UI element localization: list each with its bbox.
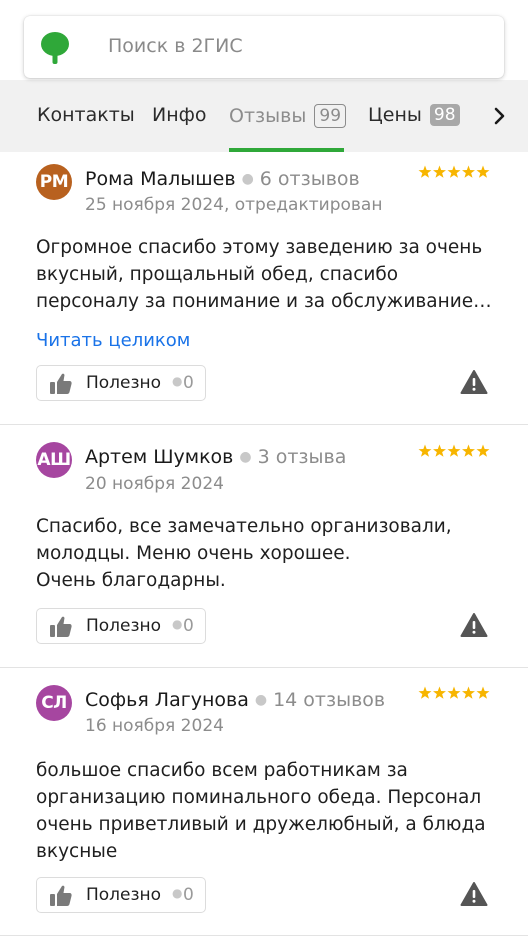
star-icon: [433, 686, 446, 699]
tab-reviews[interactable]: Отзывы 99: [229, 104, 347, 128]
star-icon: [418, 444, 432, 457]
useful-count: 0: [183, 373, 194, 393]
thumbs-up-icon: [50, 616, 72, 637]
rating-stars: [418, 686, 490, 699]
read-more-link[interactable]: Читать целиком: [36, 330, 190, 351]
avatar[interactable]: РМ: [36, 164, 72, 200]
star-icon: [462, 444, 475, 457]
author-name[interactable]: Артем Шумков: [85, 446, 233, 468]
review-text: большое спасибо всем работникам за орган…: [36, 760, 486, 862]
review-card: РМ Рома Малышев ● 6 отзывов 25 ноября 2024…: [0, 152, 528, 425]
tab-label: Контакты: [37, 104, 135, 126]
review-author-line: Рома Малышев ● 6 отзывов: [85, 168, 360, 190]
review-date: 16 ноября 2024: [85, 716, 224, 736]
tab-info[interactable]: Инфо: [152, 104, 207, 126]
useful-label: Полезно: [86, 373, 162, 393]
star-icon: [447, 686, 461, 699]
useful-count: 0: [183, 885, 194, 905]
warning-icon[interactable]: [460, 612, 488, 638]
review-text: Огромное спасибо этому заведению за очен…: [36, 237, 492, 312]
avatar[interactable]: АШ: [36, 442, 72, 478]
author-review-count: 6 отзывов: [259, 168, 360, 190]
tab-label: Инфо: [152, 104, 207, 126]
review-card: АШ Артем Шумков ● 3 отзыва 20 ноября 2024 …: [0, 425, 528, 668]
star-icon: [447, 165, 461, 178]
star-icon: [462, 686, 475, 699]
star-icon: [462, 165, 475, 178]
separator-dot: ●: [254, 692, 268, 708]
star-icon: [418, 165, 432, 178]
star-icon: [433, 165, 446, 178]
useful-button[interactable]: Полезно ● 0: [36, 877, 206, 913]
star-icon: [476, 444, 490, 457]
chevron-right-icon[interactable]: [490, 106, 510, 126]
review-author-line: Артем Шумков ● 3 отзыва: [85, 446, 346, 468]
warning-icon[interactable]: [460, 369, 488, 395]
tab-count-badge: 98: [429, 104, 460, 126]
separator-dot: ●: [172, 886, 183, 900]
useful-label: Полезно: [86, 616, 162, 636]
author-name[interactable]: Рома Малышев: [85, 168, 236, 190]
star-icon: [447, 444, 461, 457]
review-text: Спасибо, все замечательно организовали, …: [36, 516, 452, 591]
star-icon: [433, 444, 446, 457]
tab-bar: Контакты Инфо Отзывы 99 Цены 98: [0, 80, 528, 152]
tab-prices[interactable]: Цены 98: [368, 104, 460, 126]
review-date: 25 ноября 2024, отредактирован: [85, 195, 383, 215]
tab-contacts[interactable]: Контакты: [37, 104, 135, 126]
search-bar[interactable]: Поиск в 2ГИС: [24, 16, 504, 78]
tab-label: Отзывы: [229, 105, 307, 127]
review-author-line: Софья Лагунова ● 14 отзывов: [85, 689, 385, 711]
2gis-logo-icon: [41, 32, 69, 64]
rating-stars: [418, 444, 490, 457]
review-card: СЛ Софья Лагунова ● 14 отзывов 16 ноября 2…: [0, 668, 528, 936]
useful-button[interactable]: Полезно ● 0: [36, 365, 206, 401]
star-icon: [476, 165, 490, 178]
separator-dot: ●: [241, 171, 254, 187]
avatar[interactable]: СЛ: [36, 685, 72, 721]
useful-count: 0: [183, 616, 194, 636]
separator-dot: ●: [239, 449, 252, 465]
author-name[interactable]: Софья Лагунова: [85, 689, 249, 711]
useful-label: Полезно: [86, 885, 162, 905]
tab-label: Цены: [368, 104, 422, 126]
review-date: 20 ноября 2024: [85, 474, 224, 494]
search-input[interactable]: Поиск в 2ГИС: [108, 35, 243, 57]
tab-count-badge: 99: [314, 104, 347, 128]
separator-dot: ●: [172, 374, 183, 388]
star-icon: [418, 686, 432, 699]
thumbs-up-icon: [50, 885, 72, 906]
warning-icon[interactable]: [460, 881, 488, 907]
useful-button[interactable]: Полезно ● 0: [36, 608, 206, 644]
author-review-count: 14 отзывов: [273, 689, 386, 711]
star-icon: [476, 686, 490, 699]
rating-stars: [418, 165, 490, 178]
separator-dot: ●: [172, 617, 183, 631]
thumbs-up-icon: [50, 373, 72, 394]
author-review-count: 3 отзыва: [257, 446, 347, 468]
